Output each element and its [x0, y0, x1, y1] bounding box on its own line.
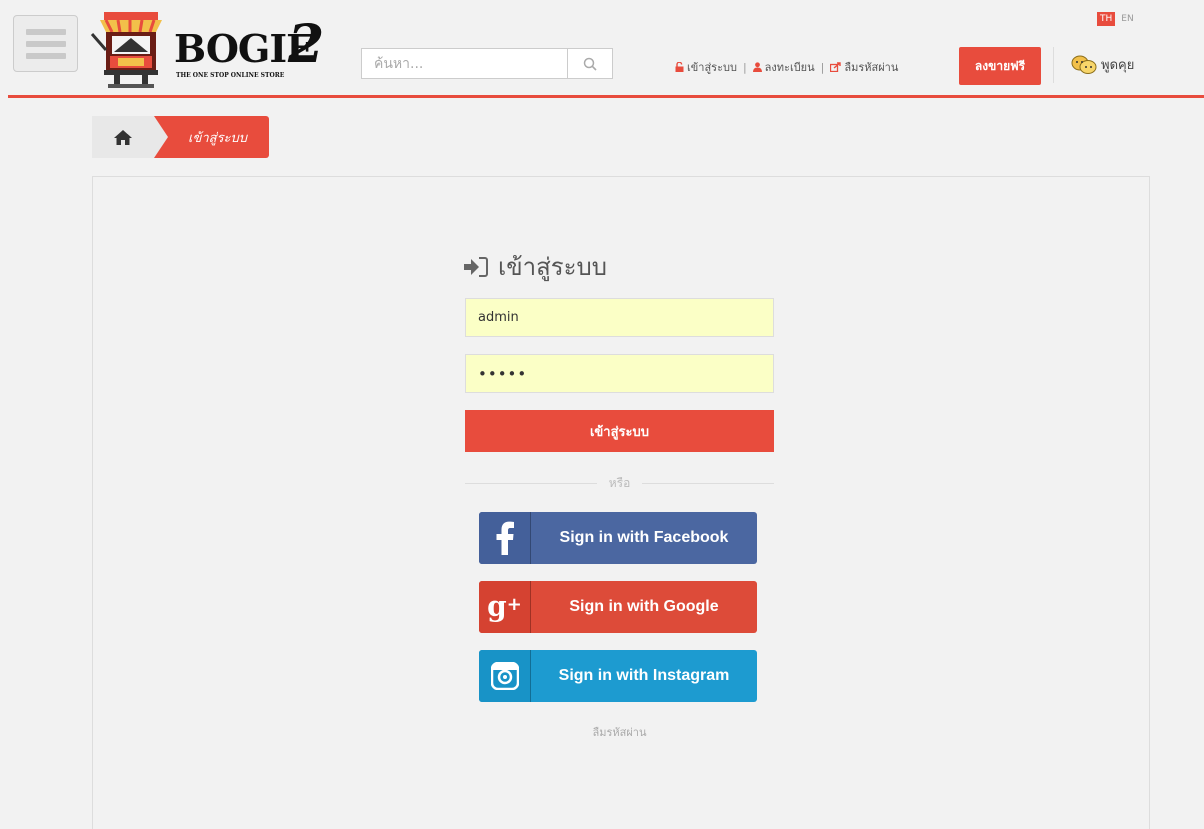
google-plus-icon: g+	[479, 581, 531, 633]
search-icon	[583, 57, 597, 71]
account-links: เข้าสู่ระบบ | ลงทะเบียน | ลืมรหัสผ่าน	[675, 59, 898, 75]
logo-number: 2	[288, 14, 325, 75]
chat-bubbles-icon	[1071, 55, 1097, 74]
hamburger-menu-button[interactable]	[13, 15, 78, 72]
link-separator: |	[742, 60, 747, 74]
breadcrumb-arrow	[154, 116, 168, 158]
forgot-password-link[interactable]: ลืมรหัสผ่าน	[830, 58, 898, 76]
username-field[interactable]	[465, 298, 774, 337]
site-logo[interactable]: BOGIE 2 THE ONE STOP ONLINE STORE	[90, 8, 340, 92]
search-button[interactable]	[567, 49, 612, 78]
facebook-signin-button[interactable]: Sign in with Facebook	[479, 512, 757, 564]
header-accent-line	[8, 95, 1204, 98]
or-divider: หรือ	[465, 474, 774, 492]
share-out-icon	[830, 62, 842, 72]
facebook-signin-label: Sign in with Facebook	[559, 529, 729, 546]
login-submit-button[interactable]: เข้าสู่ระบบ	[465, 410, 774, 452]
instagram-signin-label: Sign in with Instagram	[558, 667, 730, 684]
google-signin-button[interactable]: g+ Sign in with Google	[479, 581, 757, 633]
google-signin-label: Sign in with Google	[569, 598, 719, 615]
register-link-label: ลงทะเบียน	[764, 61, 815, 74]
forgot-link-label: ลืมรหัสผ่าน	[844, 61, 899, 74]
breadcrumb: เข้าสู่ระบบ	[92, 116, 270, 158]
register-link[interactable]: ลงทะเบียน	[752, 58, 815, 76]
facebook-icon	[479, 512, 531, 564]
sell-free-button[interactable]: ลงขายฟรี	[959, 47, 1041, 85]
link-separator: |	[820, 60, 825, 74]
home-icon	[114, 129, 132, 145]
instagram-icon	[479, 650, 531, 702]
search-box	[361, 48, 613, 79]
search-input[interactable]	[362, 49, 568, 78]
chat-label: พูดคุย	[1101, 58, 1135, 73]
header-divider	[1053, 47, 1054, 83]
breadcrumb-current: เข้าสู่ระบบ	[154, 116, 270, 158]
lang-en-button[interactable]: EN	[1119, 12, 1135, 26]
sign-in-icon	[464, 256, 488, 277]
train-cart-icon	[90, 12, 162, 88]
lang-th-button[interactable]: TH	[1097, 12, 1116, 26]
site-header: BOGIE 2 THE ONE STOP ONLINE STORE TH EN …	[0, 0, 1204, 98]
breadcrumb-home[interactable]	[92, 116, 154, 158]
login-link[interactable]: เข้าสู่ระบบ	[675, 58, 737, 76]
or-label: หรือ	[608, 475, 631, 490]
unlock-icon	[675, 62, 684, 72]
forgot-password-link-bottom[interactable]: ลืมรหัสผ่าน	[465, 723, 774, 741]
logo-tagline: THE ONE STOP ONLINE STORE	[176, 72, 285, 79]
login-link-label: เข้าสู่ระบบ	[687, 61, 737, 74]
password-field[interactable]	[465, 354, 774, 393]
instagram-signin-button[interactable]: Sign in with Instagram	[479, 650, 757, 702]
login-heading: เข้าสู่ระบบ	[464, 247, 607, 286]
login-title: เข้าสู่ระบบ	[498, 253, 607, 281]
user-icon	[752, 62, 762, 72]
language-switcher: TH EN	[1097, 12, 1136, 26]
chat-link[interactable]: พูดคุย	[1071, 54, 1134, 75]
